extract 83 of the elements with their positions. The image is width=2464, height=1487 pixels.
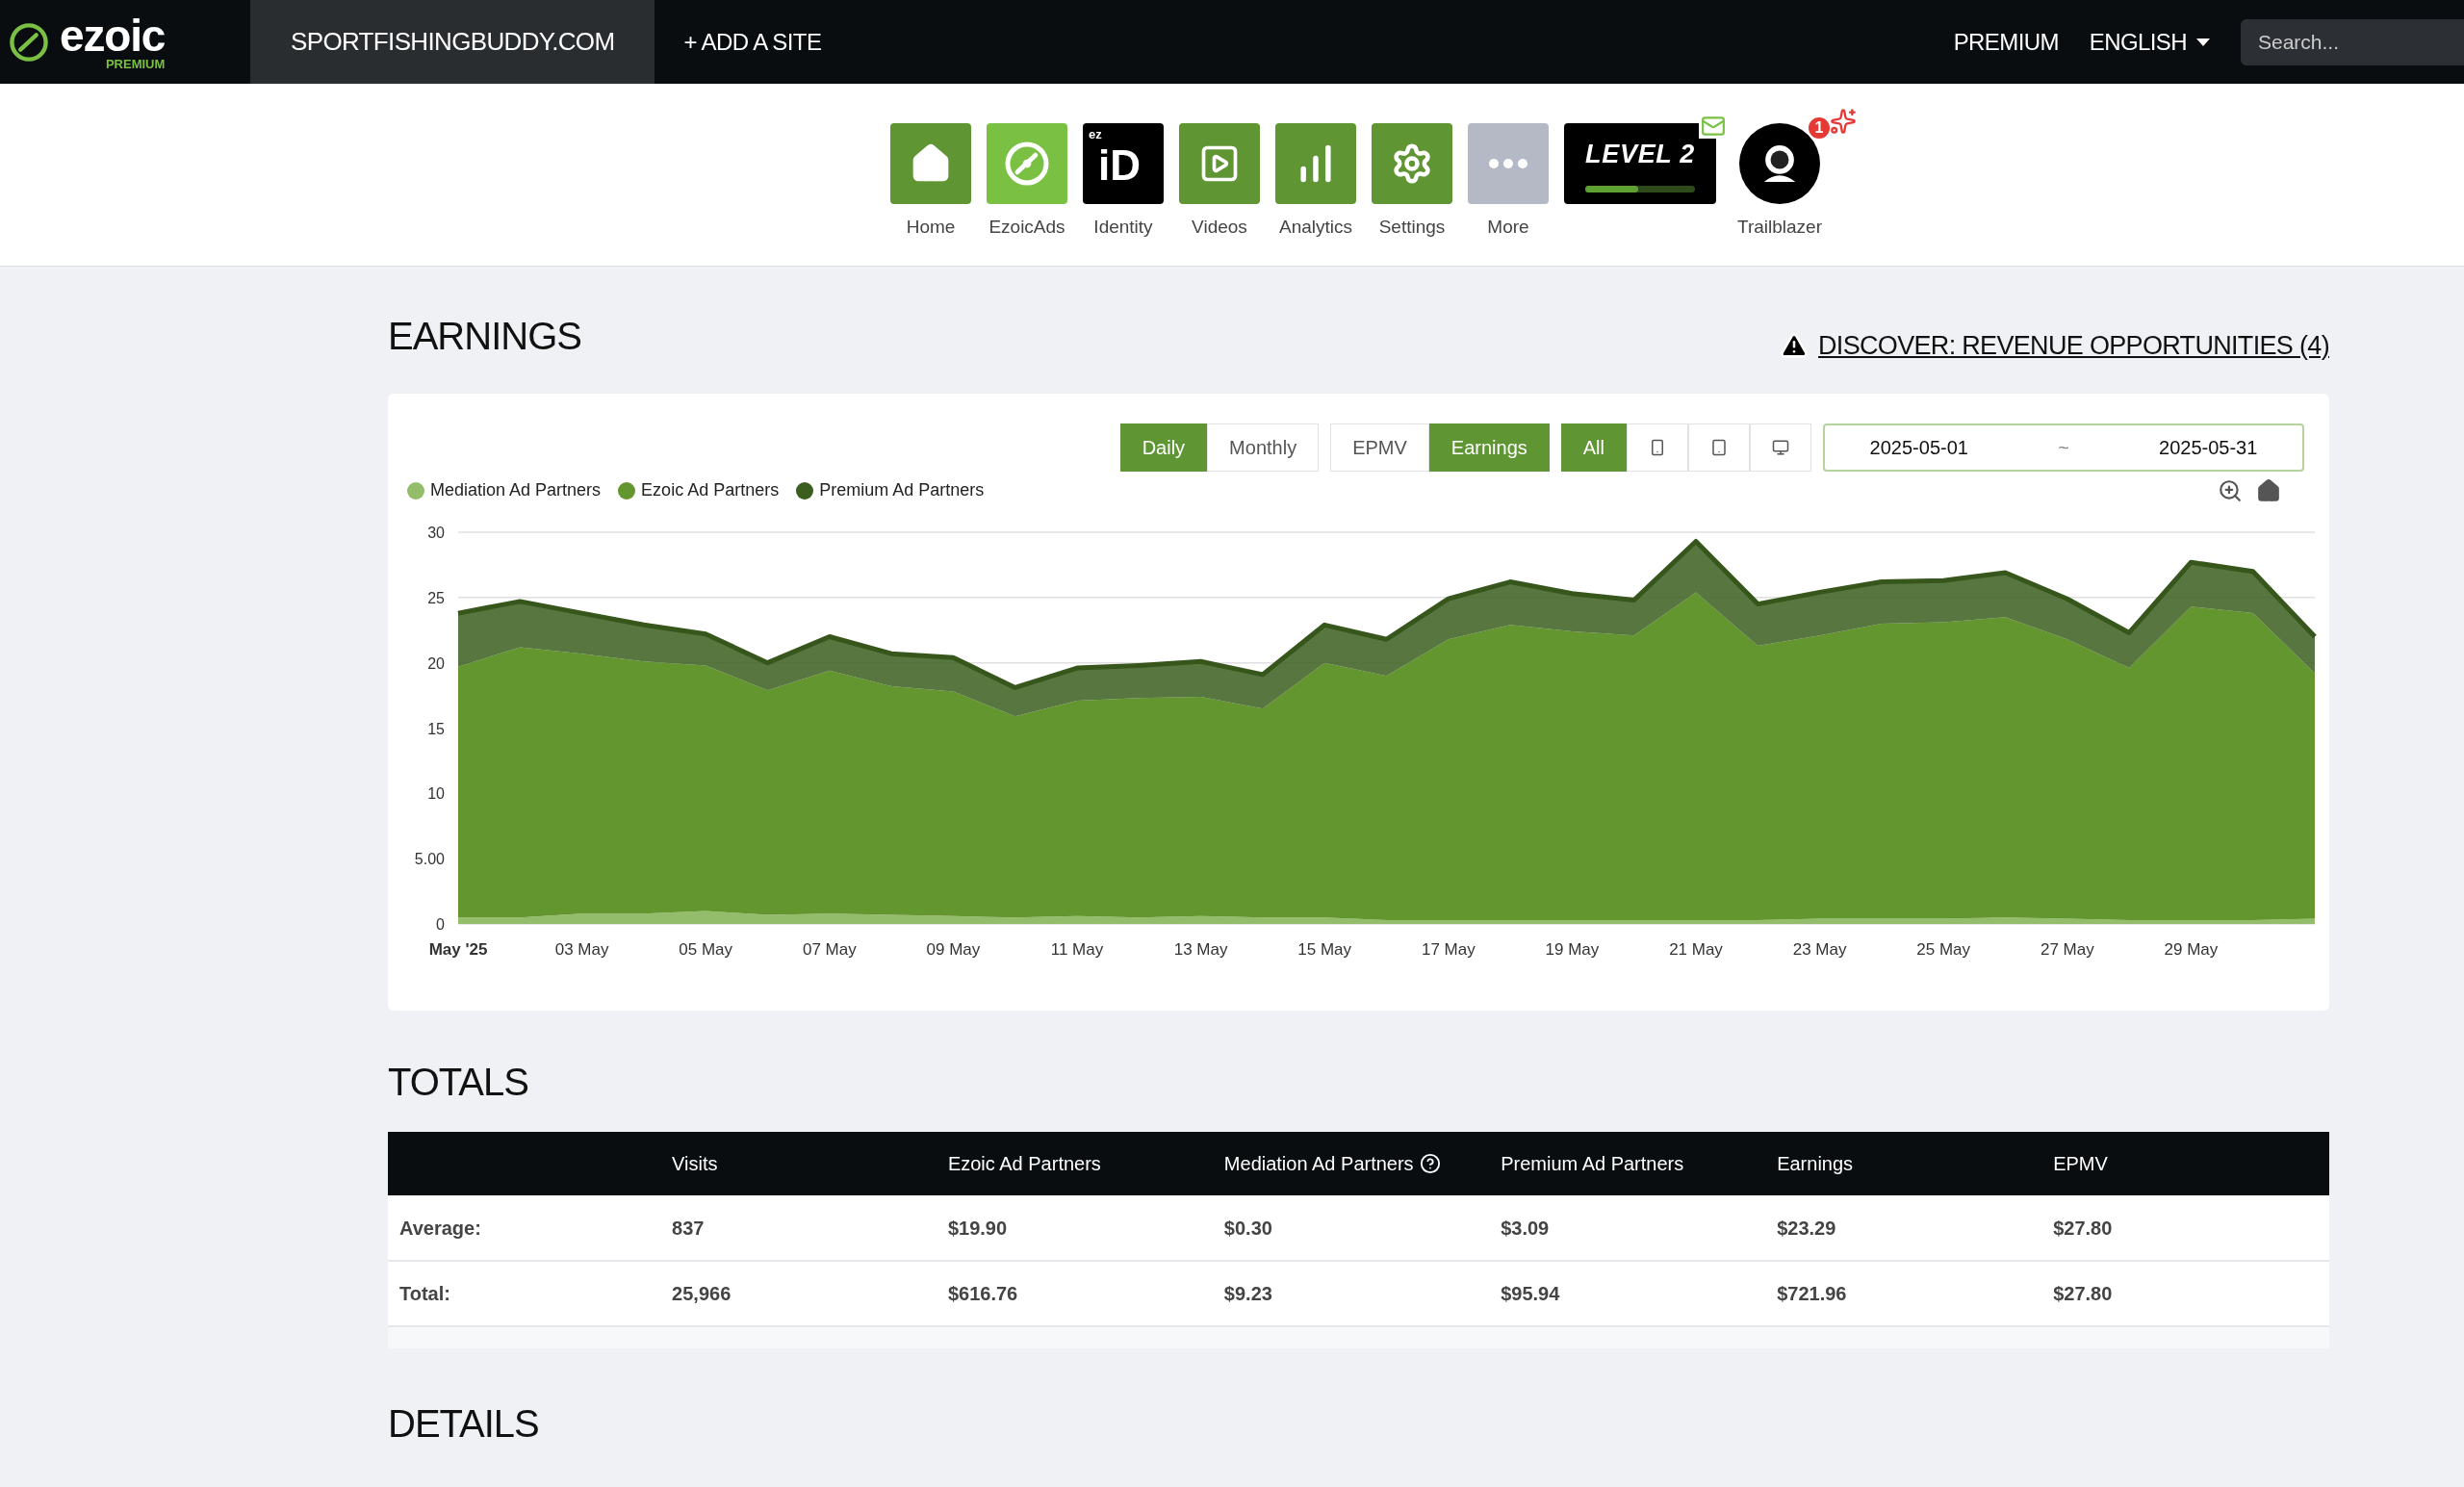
zoom-in-icon[interactable] <box>2218 477 2243 503</box>
logo-icon <box>8 20 50 64</box>
y-tick-label: 0 <box>436 916 445 933</box>
x-tick-label: 19 May <box>1545 940 1600 959</box>
legend-label: Ezoic Ad Partners <box>641 479 780 501</box>
y-tick-label: 30 <box>427 525 445 541</box>
search-field[interactable]: Search... <box>2241 18 2464 65</box>
x-tick-label: 27 May <box>2040 940 2094 959</box>
reset-zoom-home-icon[interactable] <box>2256 477 2281 503</box>
section-heading: EARNINGS <box>388 314 581 359</box>
level-tile[interactable]: LEVEL 2 <box>1564 123 1716 204</box>
y-tick-label: 20 <box>427 654 445 672</box>
table-cell: $27.80 <box>2053 1195 2329 1261</box>
notification-badge: 1 <box>1807 115 1832 141</box>
row-label: Total: <box>388 1261 673 1326</box>
help-icon[interactable] <box>1419 1153 1441 1174</box>
x-tick-label: 23 May <box>1792 940 1847 959</box>
date-range-field[interactable]: 2025-05-01 ~ 2025-05-31 <box>1823 423 2304 472</box>
x-tick-label: 07 May <box>802 940 857 959</box>
x-tick-label: 15 May <box>1297 940 1352 959</box>
toggle-button[interactable]: Monthly <box>1207 423 1320 472</box>
y-tick-label: 15 <box>427 720 445 737</box>
section-heading: DETAILS <box>388 1401 540 1447</box>
toggle-button[interactable]: Earnings <box>1428 423 1550 472</box>
toggle-button[interactable]: EPMV <box>1330 423 1429 472</box>
column-header: EPMV <box>2053 1132 2329 1195</box>
x-tick-label: 05 May <box>679 940 733 959</box>
x-tick-label: 21 May <box>1669 940 1723 959</box>
column-header: Earnings <box>1777 1132 2054 1195</box>
x-tick-label: 25 May <box>1916 940 1971 959</box>
column-header: Premium Ad Partners <box>1501 1132 1778 1195</box>
phone-icon <box>1649 439 1666 456</box>
mail-icon <box>1699 114 1728 139</box>
table-cell: $95.94 <box>1501 1261 1778 1326</box>
tablet-icon <box>1710 439 1728 456</box>
caret-icon <box>2196 38 2210 46</box>
table-cell: $3.09 <box>1501 1195 1778 1261</box>
gauge-logo-icon <box>1003 140 1051 188</box>
legend-label: Mediation Ad Partners <box>430 479 602 501</box>
x-tick-label: May '25 <box>428 940 488 959</box>
x-tick-label: 29 May <box>2164 940 2219 959</box>
column-header: Mediation Ad Partners <box>1223 1132 1502 1195</box>
premium-link[interactable]: PREMIUM <box>1953 24 2059 60</box>
column-header: Visits <box>672 1132 948 1195</box>
level-label: LEVEL 2 <box>1585 139 1695 171</box>
table-cell: $9.23 <box>1223 1261 1502 1326</box>
discover-link[interactable]: DISCOVER: REVENUE OPPORTUNITIES (4) <box>1780 325 2329 365</box>
table-cell: $23.29 <box>1777 1195 2054 1261</box>
x-tick-label: 17 May <box>1421 940 1476 959</box>
section-heading: TOTALS <box>388 1060 529 1105</box>
table-cell: $27.80 <box>2053 1261 2329 1326</box>
desktop-icon <box>1772 439 1789 456</box>
table-cell: $721.96 <box>1777 1261 2054 1326</box>
table-cell: 837 <box>672 1195 948 1261</box>
device-toggle[interactable] <box>1688 423 1750 472</box>
row-label: Average: <box>388 1195 673 1261</box>
table-cell: $616.76 <box>947 1261 1224 1326</box>
more-icon <box>1489 159 1527 168</box>
y-tick-label: 10 <box>427 785 445 803</box>
sparkle-icon <box>1830 108 1857 135</box>
identity-label: iD <box>1098 144 1141 187</box>
device-toggle[interactable] <box>1627 423 1688 472</box>
table-cell: $0.30 <box>1223 1195 1502 1261</box>
tile-label: ez <box>1089 126 1102 143</box>
x-tick-label: 11 May <box>1050 940 1104 959</box>
legend-label: Premium Ad Partners <box>819 479 985 501</box>
settings-icon <box>1391 142 1433 185</box>
x-tick-label: 03 May <box>554 940 609 959</box>
y-tick-label: 25 <box>427 589 445 606</box>
column-header: Ezoic Ad Partners <box>947 1132 1224 1195</box>
toggle-button[interactable]: Daily <box>1119 423 1208 472</box>
y-tick-label: 5.00 <box>414 851 445 868</box>
x-tick-label: 09 May <box>926 940 981 959</box>
add-site-link[interactable]: + ADD A SITE <box>654 24 851 60</box>
x-tick-label: 13 May <box>1173 940 1228 959</box>
table-cell: 25,966 <box>672 1261 948 1326</box>
device-toggle[interactable] <box>1750 423 1811 472</box>
logo-subtitle: PREMIUM <box>105 58 166 70</box>
toggle-button[interactable]: All <box>1560 423 1627 472</box>
table-cell: $19.90 <box>947 1195 1224 1261</box>
logo-wordmark: ezoic <box>60 13 166 58</box>
language-dropdown[interactable]: ENGLISH <box>2089 24 2210 60</box>
site-tab[interactable]: SPORTFISHINGBUDDY.COM <box>250 0 655 84</box>
